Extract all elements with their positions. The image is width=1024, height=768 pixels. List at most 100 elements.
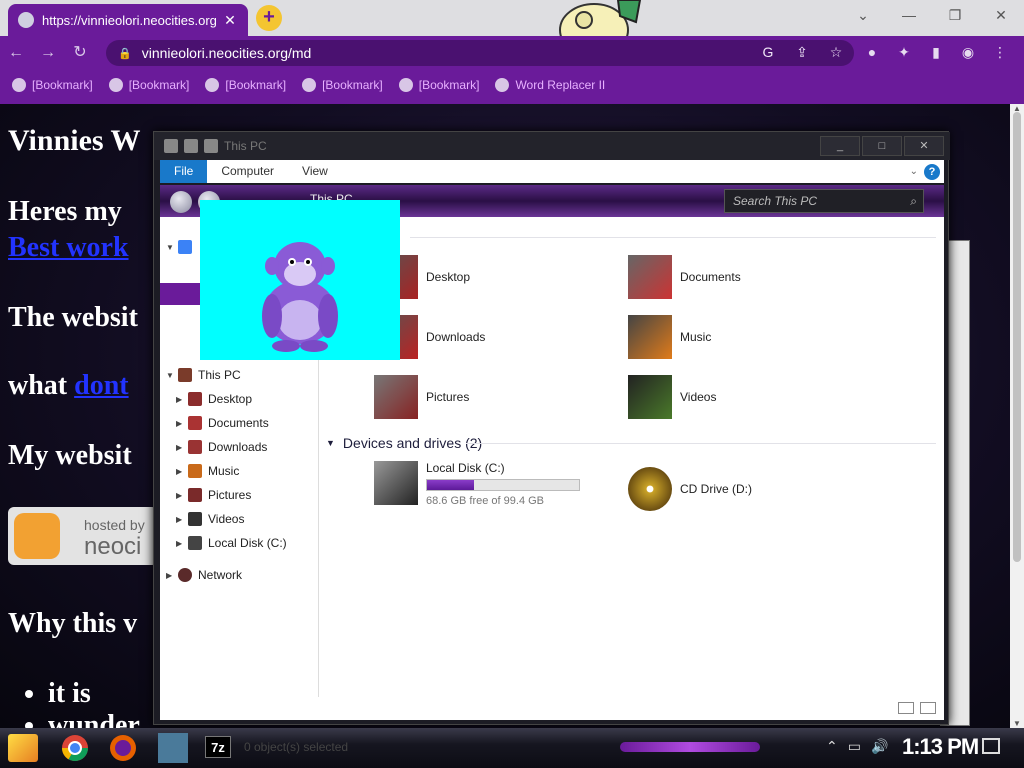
minimize-button[interactable]: —: [886, 0, 932, 30]
explorer-status-text: 0 object(s) selected: [244, 740, 349, 754]
extension-avatar-icon[interactable]: ●: [860, 40, 884, 64]
scroll-down-icon[interactable]: ▼: [1010, 719, 1024, 728]
neocities-badge[interactable]: hosted by neoci: [8, 507, 158, 565]
folder-item-videos[interactable]: Videos: [628, 375, 716, 419]
drive-item-local-disk[interactable]: Local Disk (C:) 68.6 GB free of 99.4 GB: [374, 461, 580, 507]
new-tab-button[interactable]: +: [256, 5, 282, 31]
best-work-link[interactable]: Best work: [8, 232, 129, 263]
chrome-icon[interactable]: [60, 733, 90, 763]
lock-icon[interactable]: 🔒: [118, 47, 132, 60]
side-panel-icon[interactable]: ▮: [924, 40, 948, 64]
my-website-line: My websit: [8, 440, 132, 471]
browser-tab[interactable]: https://vinnieolori.neocities.org ✕: [8, 4, 248, 36]
bookmark-item[interactable]: [Bookmark]: [12, 78, 93, 92]
restore-button[interactable]: ❐: [932, 0, 978, 30]
show-hidden-icons-icon[interactable]: ⌃: [826, 738, 838, 755]
sidebar-item-desktop[interactable]: ▶ Desktop: [176, 389, 252, 409]
taskbar: 7z 0 object(s) selected ⌃ ▭ 🔊 1:13 PM: [0, 728, 1024, 768]
sidebar-item-documents[interactable]: ▶ Documents: [176, 413, 269, 433]
bookmark-item[interactable]: [Bookmark]: [398, 78, 479, 92]
reload-icon[interactable]: ↻: [64, 37, 96, 69]
explorer-search-input[interactable]: Search This PC ⌕: [724, 189, 924, 213]
address-bar[interactable]: 🔒 vinnieolori.neocities.org/md: [106, 40, 854, 66]
computer-icon: [178, 368, 192, 382]
ribbon: File Computer View ⌄ ?: [160, 160, 944, 183]
help-icon[interactable]: ?: [924, 164, 940, 180]
dont-link[interactable]: dont: [74, 370, 128, 401]
collapse-arrow-icon[interactable]: ▼: [326, 438, 335, 448]
new-folder-icon[interactable]: [204, 139, 218, 153]
7zip-icon[interactable]: 7z: [205, 736, 231, 758]
tab-view[interactable]: View: [288, 160, 342, 183]
explorer-maximize-button[interactable]: □: [862, 136, 902, 156]
explorer-titlebar[interactable]: This PC _ □ ✕: [154, 132, 950, 160]
bookmark-item[interactable]: Word Replacer II: [495, 78, 605, 92]
large-icons-view-icon[interactable]: [920, 702, 936, 714]
sidebar-item-music[interactable]: ▶ Music: [176, 461, 239, 481]
sidebar-item-this-pc[interactable]: ▼ This PC: [166, 365, 241, 385]
close-button[interactable]: ✕: [978, 0, 1024, 30]
expand-arrow-icon[interactable]: ▶: [176, 467, 188, 476]
sidebar-item-local-disk[interactable]: ▶ Local Disk (C:): [176, 533, 287, 553]
bookmark-item[interactable]: [Bookmark]: [302, 78, 383, 92]
profile-icon[interactable]: ◉: [956, 40, 980, 64]
folder-item-music[interactable]: Music: [628, 315, 711, 359]
details-view-icon[interactable]: [898, 702, 914, 714]
volume-icon[interactable]: 🔊: [871, 738, 888, 755]
notification-icon[interactable]: [982, 738, 1000, 754]
bookmark-star-icon[interactable]: ☆: [824, 40, 848, 64]
sidebar-item-network[interactable]: ▶ Network: [166, 565, 242, 585]
devices-group-header[interactable]: ▼ Devices and drives (2): [326, 435, 482, 451]
music-folder-icon: [628, 315, 672, 359]
expand-arrow-icon[interactable]: ▶: [166, 571, 178, 580]
tab-file[interactable]: File: [160, 160, 208, 183]
bookmark-item[interactable]: [Bookmark]: [108, 78, 189, 92]
firefox-icon[interactable]: [108, 733, 138, 763]
bookmark-icon: [302, 78, 317, 92]
forward-arrow-icon[interactable]: →: [32, 37, 64, 69]
cd-drive-icon: [628, 467, 672, 511]
folder-item-documents[interactable]: Documents: [628, 255, 741, 299]
quick-access-item[interactable]: ▼: [166, 237, 198, 257]
expand-arrow-icon[interactable]: ▶: [176, 539, 188, 548]
expand-arrow-icon[interactable]: ▶: [176, 515, 188, 524]
tab-search-icon[interactable]: ⌄: [840, 0, 886, 30]
expand-arrow-icon[interactable]: ▶: [176, 491, 188, 500]
properties-icon[interactable]: [184, 139, 198, 153]
explorer-back-icon[interactable]: [170, 191, 192, 213]
expand-ribbon-icon[interactable]: ⌄: [910, 166, 918, 177]
google-lens-icon[interactable]: G: [756, 40, 780, 64]
folder-item-pictures[interactable]: Pictures: [374, 375, 469, 419]
drive-free-space: 68.6 GB free of 99.4 GB: [426, 495, 545, 507]
tab-close-icon[interactable]: ✕: [222, 12, 238, 29]
back-arrow-icon[interactable]: ←: [0, 37, 32, 69]
extensions-puzzle-icon[interactable]: ✦: [892, 40, 916, 64]
taskbar-clock[interactable]: 1:13 PM: [902, 734, 979, 760]
bonzi-popup[interactable]: [200, 200, 400, 360]
page-scrollbar[interactable]: ▲ ▼: [1010, 104, 1024, 728]
expand-arrow-icon[interactable]: ▶: [176, 443, 188, 452]
share-icon[interactable]: ⇪: [790, 40, 814, 64]
network-tray-icon[interactable]: ▭: [848, 738, 861, 755]
start-button[interactable]: [8, 734, 38, 762]
collapse-arrow-icon[interactable]: ▼: [166, 371, 178, 380]
scrollbar-thumb[interactable]: [1013, 112, 1021, 562]
expand-arrow-icon[interactable]: ▶: [176, 419, 188, 428]
sidebar-item-videos[interactable]: ▶ Videos: [176, 509, 244, 529]
website-line: The websit: [8, 302, 138, 333]
sidebar-item-pictures[interactable]: ▶ Pictures: [176, 485, 251, 505]
tab-computer[interactable]: Computer: [207, 160, 288, 183]
drive-usage-fill: [427, 480, 475, 490]
bookmark-item[interactable]: [Bookmark]: [205, 78, 286, 92]
intro-line: Heres my: [8, 196, 122, 227]
network-icon: [178, 568, 192, 582]
menu-dots-icon[interactable]: ⋮: [988, 40, 1012, 64]
bookmarks-bar: [Bookmark] [Bookmark] [Bookmark] [Bookma…: [0, 70, 1024, 100]
collapse-arrow-icon[interactable]: ▼: [166, 243, 178, 252]
file-explorer-icon[interactable]: [158, 733, 188, 763]
sidebar-item-downloads[interactable]: ▶ Downloads: [176, 437, 267, 457]
explorer-minimize-button[interactable]: _: [820, 136, 860, 156]
drive-item-cd[interactable]: CD Drive (D:): [628, 467, 752, 511]
expand-arrow-icon[interactable]: ▶: [176, 395, 188, 404]
explorer-close-button[interactable]: ✕: [904, 136, 944, 156]
